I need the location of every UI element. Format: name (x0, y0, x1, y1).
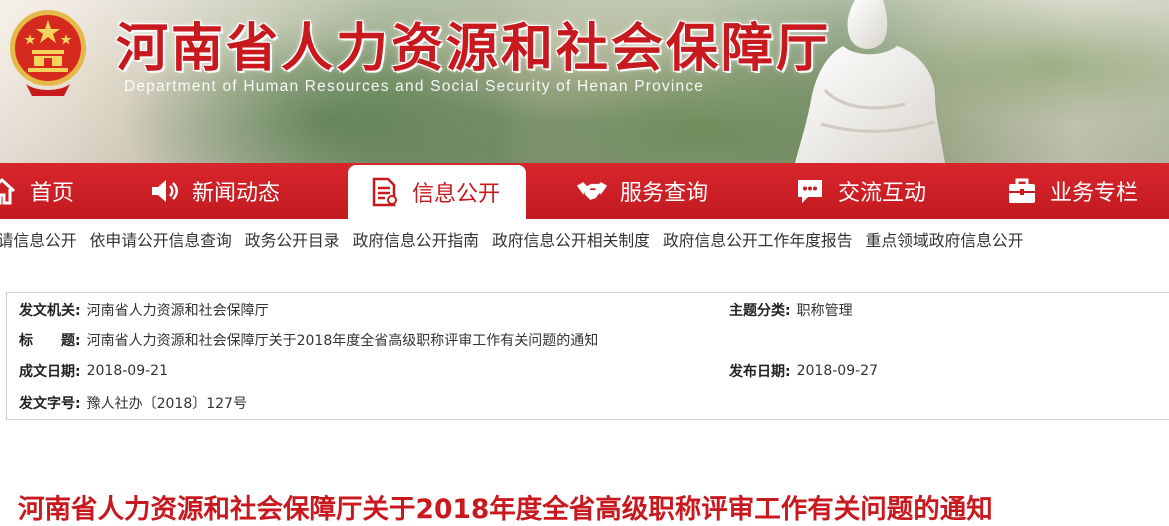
info-row-publish-date: 发布日期: 2018-09-27 (729, 359, 878, 383)
subnav-item-annual-report[interactable]: 政府信息公开工作年度报告 (663, 228, 853, 251)
home-icon (0, 177, 16, 205)
speaker-icon (152, 180, 178, 202)
category-label: 主题分类: (729, 303, 791, 319)
article-title: 河南省人力资源和社会保障厅关于2018年度全省高级职称评审工作有关问题的通知 (18, 494, 993, 525)
nav-item-label: 业务专栏 (1050, 181, 1139, 206)
handshake-icon (576, 182, 608, 200)
main-nav: 首页 新闻动态 信息公开 服务查询 交流互动 业务专栏 (0, 163, 1169, 219)
subnav-item-regulations[interactable]: 政府信息公开相关制度 (492, 228, 650, 251)
site-subtitle: Department of Human Resources and Social… (124, 78, 705, 95)
category-value: 职称管理 (796, 303, 853, 319)
national-emblem-icon (10, 10, 86, 96)
nav-item-home[interactable]: 首页 (0, 163, 74, 219)
nav-item-label: 服务查询 (620, 181, 709, 206)
info-row-category: 主题分类: 职称管理 (729, 298, 853, 322)
doc-number-value: 豫人社办〔2018〕127号 (86, 396, 247, 412)
subnav-item-catalog[interactable]: 政务公开目录 (245, 228, 340, 251)
nav-item-label: 新闻动态 (192, 181, 281, 206)
document-icon (372, 177, 397, 207)
info-row-doc-number: 发文字号: 豫人社办〔2018〕127号 (19, 391, 247, 415)
nav-item-service-query[interactable]: 服务查询 (576, 163, 708, 219)
sub-nav: 依申请信息公开 依申请公开信息查询 政务公开目录 政府信息公开指南 政府信息公开… (0, 219, 1169, 259)
issuer-value: 河南省人力资源和社会保障厅 (86, 303, 269, 319)
title-label: 标 题: (19, 333, 81, 349)
nav-item-label: 信息公开 (412, 182, 501, 207)
info-row-written-date: 成文日期: 2018-09-21 (19, 359, 168, 383)
title-value: 河南省人力资源和社会保障厅关于2018年度全省高级职称评审工作有关问题的通知 (86, 333, 599, 349)
subnav-item-guide[interactable]: 政府信息公开指南 (353, 228, 479, 251)
nav-item-interaction[interactable]: 交流互动 (794, 163, 926, 219)
info-row-title: 标 题: 河南省人力资源和社会保障厅关于2018年度全省高级职称评审工作有关问题… (19, 328, 598, 352)
briefcase-icon (1009, 178, 1035, 203)
nav-item-info-disclosure[interactable]: 信息公开 (348, 165, 527, 219)
written-date-value: 2018-09-21 (86, 363, 168, 379)
document-info-box: 发文机关: 河南省人力资源和社会保障厅 主题分类: 职称管理 标 题: 河南省人… (6, 292, 1169, 420)
chat-icon (798, 180, 822, 203)
subnav-item-apply-query[interactable]: 依申请公开信息查询 (90, 228, 232, 251)
doc-number-label: 发文字号: (19, 396, 81, 412)
subnav-item-key-areas[interactable]: 重点领域政府信息公开 (866, 228, 1024, 251)
info-row-issuer: 发文机关: 河南省人力资源和社会保障厅 (19, 298, 269, 322)
nav-item-business-column[interactable]: 业务专栏 (1006, 163, 1138, 219)
nav-item-label: 交流互动 (838, 181, 927, 206)
written-date-label: 成文日期: (19, 364, 81, 380)
publish-date-label: 发布日期: (729, 364, 791, 380)
site-title: 河南省人力资源和社会保障厅 (116, 19, 832, 79)
nav-item-label: 首页 (30, 181, 75, 206)
header-banner: 河南省人力资源和社会保障厅 Department of Human Resour… (0, 0, 1169, 163)
nav-item-news[interactable]: 新闻动态 (148, 163, 280, 219)
subnav-item-apply-disclosure[interactable]: 依申请信息公开 (0, 228, 77, 251)
publish-date-value: 2018-09-27 (796, 363, 878, 379)
issuer-label: 发文机关: (19, 303, 81, 319)
